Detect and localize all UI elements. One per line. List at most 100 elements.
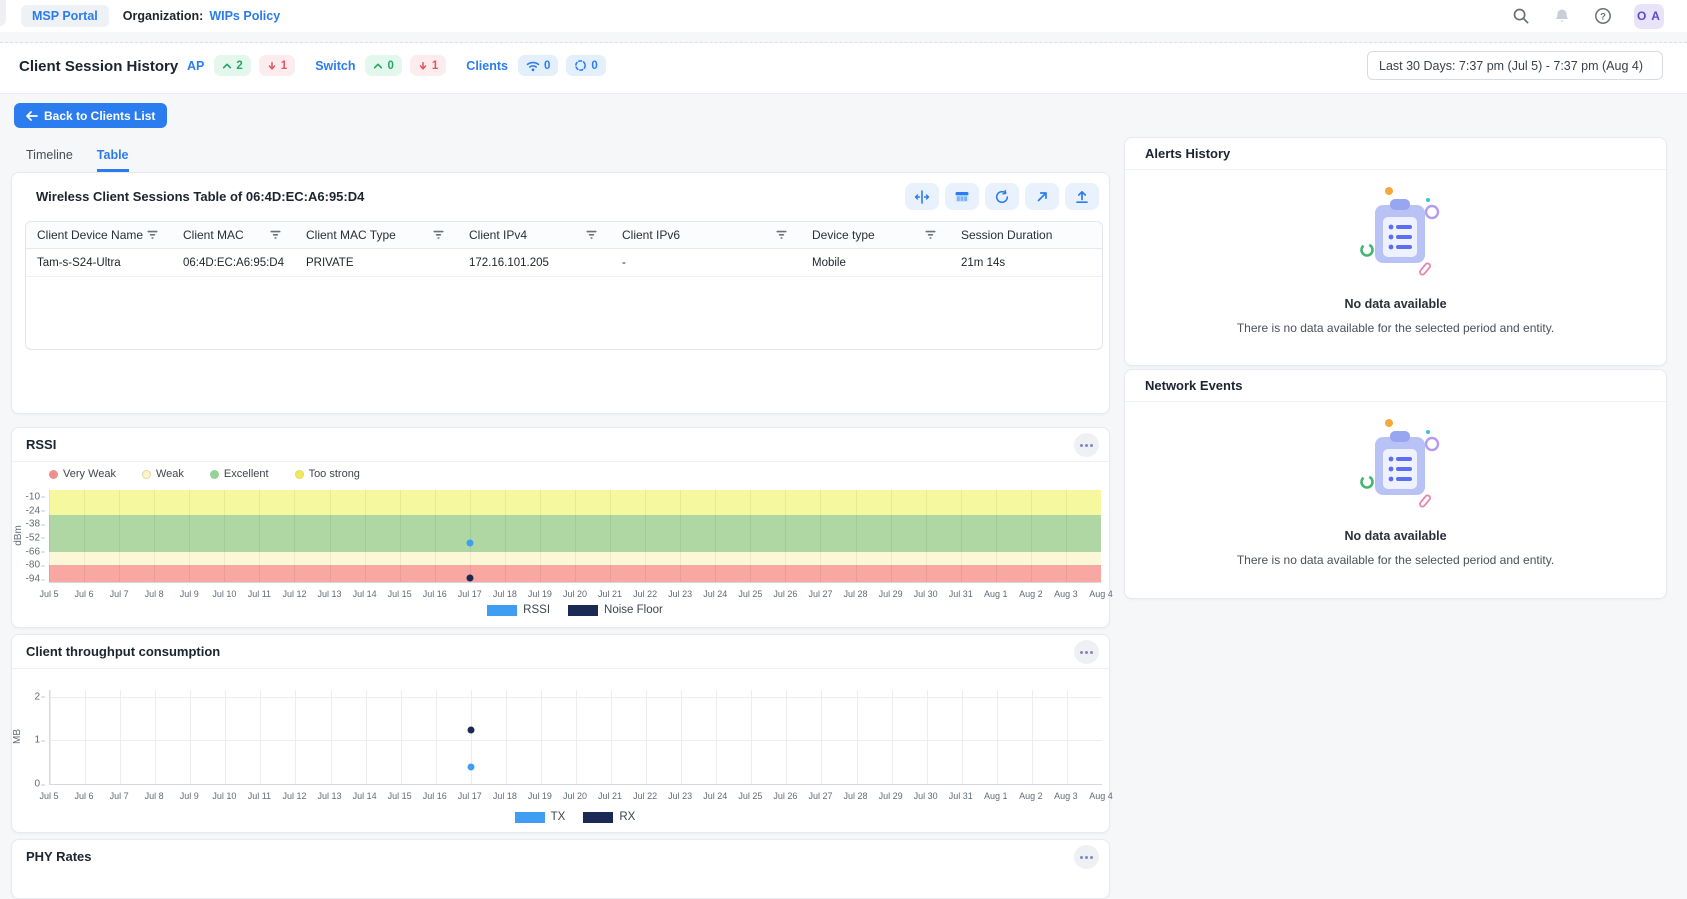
x-tick-label: Aug 3 bbox=[1054, 589, 1078, 599]
x-tick-label: Jul 27 bbox=[808, 791, 832, 801]
h-gridline bbox=[50, 697, 1102, 698]
column-resize-icon[interactable] bbox=[905, 183, 939, 210]
table-cell: Mobile bbox=[801, 249, 950, 276]
switch-down-badge: 1 bbox=[410, 55, 446, 76]
export-icon[interactable] bbox=[1065, 183, 1099, 210]
rssi-y-axis: -10-24-38-52-66-80-94 bbox=[12, 490, 45, 582]
gridline bbox=[260, 690, 261, 784]
gridline bbox=[962, 690, 963, 784]
gridline bbox=[681, 690, 682, 784]
help-icon[interactable]: ? bbox=[1593, 6, 1613, 26]
search-icon[interactable] bbox=[1511, 6, 1531, 26]
column-header-device-type: Device type bbox=[801, 222, 950, 248]
table-body: Tam-s-S24-Ultra06:4D:EC:A6:95:D4PRIVATE1… bbox=[26, 249, 1102, 277]
gridline bbox=[750, 490, 751, 582]
x-tick-label: Jul 21 bbox=[598, 589, 622, 599]
zone-dot bbox=[295, 470, 304, 479]
tab-table[interactable]: Table bbox=[97, 148, 129, 172]
x-tick-label: Jul 11 bbox=[248, 791, 271, 801]
legend-swatch bbox=[515, 812, 545, 823]
x-tick-label: Jul 27 bbox=[808, 589, 832, 599]
gridline bbox=[259, 490, 260, 582]
no-data-title: No data available bbox=[1344, 529, 1446, 543]
x-tick-label: Jul 29 bbox=[879, 791, 903, 801]
filter-icon[interactable] bbox=[270, 230, 281, 240]
more-options-icon[interactable] bbox=[1074, 640, 1099, 664]
x-tick-label: Jul 17 bbox=[458, 791, 482, 801]
gridline bbox=[84, 490, 85, 582]
sessions-table: Client Device NameClient MACClient MAC T… bbox=[25, 221, 1103, 350]
switch-label: Switch bbox=[315, 59, 355, 73]
gridline bbox=[295, 690, 296, 784]
refresh-icon[interactable] bbox=[985, 183, 1019, 210]
chevron-up-icon bbox=[222, 61, 232, 71]
gridline bbox=[926, 490, 927, 582]
throughput-y-axis: 012 bbox=[12, 690, 45, 784]
gridline bbox=[856, 490, 857, 582]
no-data-illustration-icon bbox=[1331, 415, 1461, 515]
switch-up-badge: 0 bbox=[365, 55, 401, 76]
noise-floor-data-point[interactable] bbox=[466, 575, 473, 582]
filter-icon[interactable] bbox=[147, 230, 158, 240]
y-tick-label: -38 bbox=[26, 519, 40, 530]
x-tick-label: Jul 30 bbox=[914, 791, 938, 801]
x-tick-label: Jul 20 bbox=[563, 791, 587, 801]
ap-down-badge: 1 bbox=[259, 55, 295, 76]
zone-very-weak: Very Weak bbox=[49, 468, 116, 480]
x-tick-label: Jul 15 bbox=[388, 791, 412, 801]
filter-icon[interactable] bbox=[925, 230, 936, 240]
table-cell: - bbox=[611, 249, 801, 276]
rssi-card: RSSI Very WeakWeakExcellentToo strong dB… bbox=[11, 427, 1110, 628]
x-tick-label: Jul 31 bbox=[949, 791, 973, 801]
date-range-picker[interactable]: Last 30 Days: 7:37 pm (Jul 5) - 7:37 pm … bbox=[1367, 51, 1663, 80]
throughput-series-legend: TXRX bbox=[49, 811, 1101, 823]
gridline bbox=[820, 490, 821, 582]
table-row[interactable]: Tam-s-S24-Ultra06:4D:EC:A6:95:D4PRIVATE1… bbox=[26, 249, 1102, 277]
x-tick-label: Jul 10 bbox=[212, 589, 236, 599]
more-options-icon[interactable] bbox=[1074, 845, 1099, 869]
back-to-clients-button[interactable]: Back to Clients List bbox=[14, 103, 167, 128]
gridline bbox=[155, 690, 156, 784]
x-tick-label: Jul 23 bbox=[668, 791, 692, 801]
more-options-icon[interactable] bbox=[1074, 433, 1099, 457]
zone-dot bbox=[210, 470, 219, 479]
filter-icon[interactable] bbox=[776, 230, 787, 240]
no-data-text: There is no data available for the selec… bbox=[1237, 321, 1554, 335]
table-toolbar bbox=[905, 183, 1099, 210]
filter-icon[interactable] bbox=[586, 230, 597, 240]
x-tick-label: Jul 12 bbox=[282, 589, 306, 599]
gridline bbox=[646, 690, 647, 784]
tx-data-point[interactable] bbox=[467, 763, 474, 770]
x-tick-label: Jul 18 bbox=[493, 589, 517, 599]
x-tick-label: Jul 21 bbox=[598, 791, 622, 801]
avatar[interactable]: O A bbox=[1634, 4, 1664, 29]
gridline bbox=[891, 490, 892, 582]
table-header-row: Client Device NameClient MACClient MAC T… bbox=[26, 222, 1102, 249]
organization-label: Organization: bbox=[123, 9, 204, 23]
x-tick-label: Jul 19 bbox=[528, 791, 552, 801]
organization-link[interactable]: WIPs Policy bbox=[209, 9, 280, 23]
rx-data-point[interactable] bbox=[467, 726, 474, 733]
y-tick-label: -52 bbox=[26, 532, 40, 543]
x-tick-label: Jul 16 bbox=[423, 791, 447, 801]
arrow-left-icon bbox=[26, 111, 38, 121]
tab-timeline[interactable]: Timeline bbox=[26, 148, 73, 172]
table-cell: 172.16.101.205 bbox=[458, 249, 611, 276]
columns-icon[interactable] bbox=[945, 183, 979, 210]
network-events-card: Network Events No data available There i… bbox=[1124, 369, 1667, 599]
x-tick-label: Jul 9 bbox=[180, 791, 199, 801]
expand-icon[interactable] bbox=[1025, 183, 1059, 210]
x-tick-label: Jul 5 bbox=[39, 791, 58, 801]
rssi-data-point[interactable] bbox=[466, 539, 473, 546]
filter-icon[interactable] bbox=[433, 230, 444, 240]
chevron-up-icon bbox=[373, 61, 383, 71]
device-stats: AP 2 1 Switch 0 1 Clients 0 0 bbox=[187, 55, 606, 76]
bell-icon[interactable] bbox=[1552, 6, 1572, 26]
gridline bbox=[366, 690, 367, 784]
table-cell: 06:4D:EC:A6:95:D4 bbox=[172, 249, 295, 276]
svg-text:?: ? bbox=[1600, 11, 1606, 22]
msp-portal-badge[interactable]: MSP Portal bbox=[21, 5, 109, 27]
gridline bbox=[961, 490, 962, 582]
x-tick-label: Jul 22 bbox=[633, 589, 657, 599]
x-tick-label: Jul 25 bbox=[738, 589, 762, 599]
